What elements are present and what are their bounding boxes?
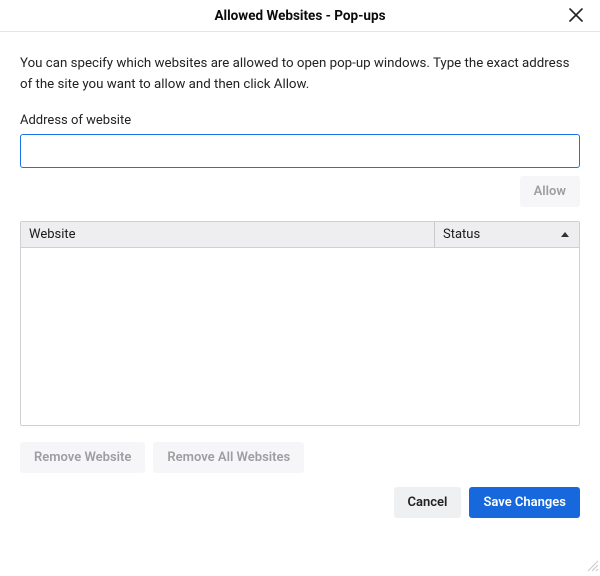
close-icon (569, 8, 583, 25)
dialog-content: You can specify which websites are allow… (0, 32, 600, 518)
dialog-description: You can specify which websites are allow… (20, 54, 580, 95)
cancel-button[interactable]: Cancel (394, 487, 462, 518)
allow-row: Allow (20, 176, 580, 207)
dialog-title: Allowed Websites - Pop-ups (214, 8, 385, 24)
address-input[interactable] (20, 134, 580, 168)
resize-handle[interactable] (585, 558, 599, 572)
sort-ascending-icon (561, 232, 569, 237)
column-status-label: Status (443, 227, 480, 242)
websites-grid: Website Status (20, 221, 580, 426)
remove-buttons-row: Remove Website Remove All Websites (20, 442, 580, 473)
grid-header: Website Status (21, 222, 579, 248)
close-button[interactable] (564, 4, 588, 28)
remove-website-button[interactable]: Remove Website (20, 442, 145, 473)
column-header-status[interactable]: Status (435, 222, 579, 247)
footer-buttons-row: Cancel Save Changes (20, 487, 580, 518)
column-header-website[interactable]: Website (21, 222, 435, 247)
address-label: Address of website (20, 113, 580, 128)
column-website-label: Website (29, 227, 76, 242)
resize-grip-icon (585, 561, 599, 576)
grid-body (21, 248, 579, 425)
allow-button[interactable]: Allow (520, 176, 580, 207)
save-changes-button[interactable]: Save Changes (469, 487, 580, 518)
dialog-header: Allowed Websites - Pop-ups (0, 0, 600, 32)
remove-all-websites-button[interactable]: Remove All Websites (153, 442, 304, 473)
